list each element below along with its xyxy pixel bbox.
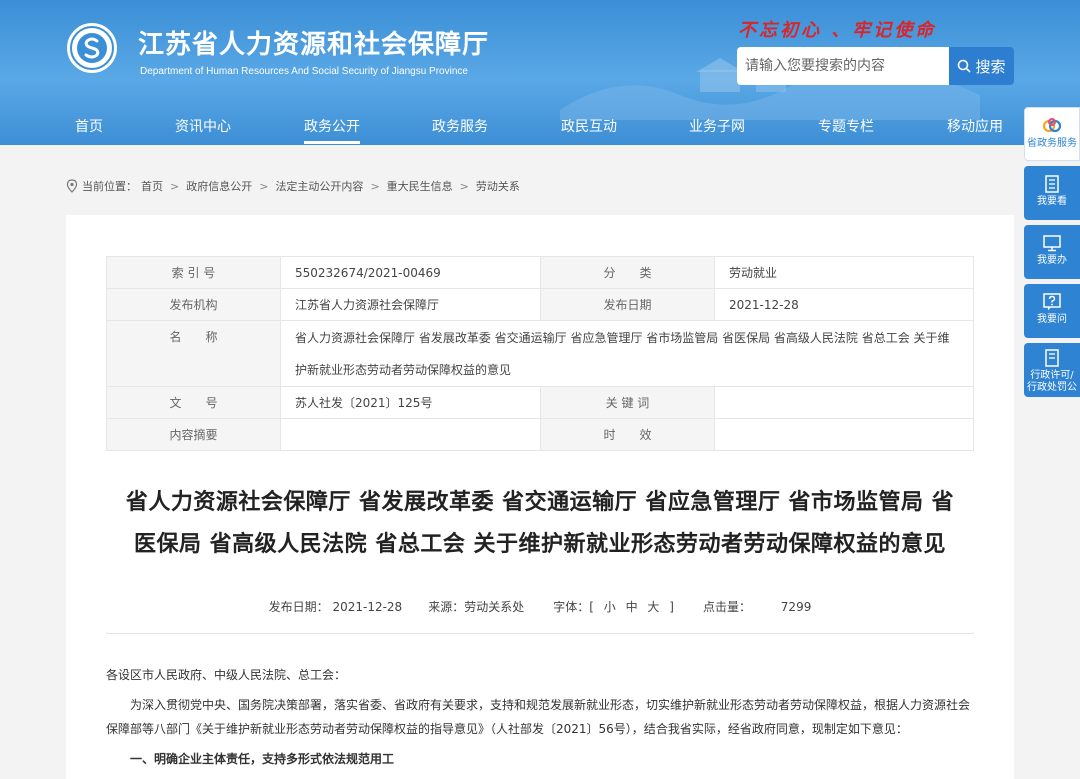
- search-icon: [958, 59, 972, 73]
- sidebar-view[interactable]: 我要看: [1024, 166, 1080, 220]
- sidebar-label: 省政务服务: [1027, 138, 1077, 149]
- breadcrumb-gov-info[interactable]: 政府信息公开: [186, 178, 252, 194]
- document-metadata-table: 索 引 号 550232674/2021-00469 分 类 劳动就业 发布机构…: [106, 256, 974, 451]
- site-title: 江苏省人力资源和社会保障厅: [138, 30, 490, 60]
- keywords-value: [714, 386, 974, 419]
- main-nav: 首页 资讯中心 政务公开 政务服务 政民互动 业务子网 专题专栏 移动应用: [0, 108, 1080, 145]
- nav-home[interactable]: 首页: [75, 116, 103, 136]
- document-info-bar: 发布日期： 2021-12-28 来源：劳动关系处 字体：[ 小 中 大 ] 点…: [106, 598, 974, 615]
- breadcrumb-separator: >: [370, 179, 380, 193]
- list-icon: [1045, 349, 1059, 367]
- breadcrumb-separator: >: [170, 179, 180, 193]
- category-value: 劳动就业: [714, 256, 974, 289]
- document-body: 各设区市人民政府、中级人民法院、总工会： 为深入贯彻党中央、国务院决策部署，落实…: [106, 663, 974, 777]
- search-button-label: 搜索: [975, 57, 1006, 76]
- content-panel: 索 引 号 550232674/2021-00469 分 类 劳动就业 发布机构…: [66, 215, 1014, 779]
- font-size-large-button[interactable]: 大: [647, 600, 659, 614]
- nav-special-topics[interactable]: 专题专栏: [818, 116, 874, 136]
- category-label: 分 类: [540, 256, 715, 289]
- sidebar-label: 行政许可/: [1030, 370, 1074, 381]
- nav-business-subnet[interactable]: 业务子网: [689, 116, 745, 136]
- site-logo[interactable]: [66, 22, 118, 74]
- index-label: 索 引 号: [106, 256, 281, 289]
- table-row: 发布机构 江苏省人力资源社会保障厅 发布日期 2021-12-28: [106, 288, 974, 321]
- breadcrumb-labor-relations[interactable]: 劳动关系: [476, 178, 520, 194]
- abstract-label: 内容摘要: [106, 418, 281, 451]
- search-box: 搜索: [737, 47, 1014, 85]
- nav-mobile-apps[interactable]: 移动应用: [947, 116, 1003, 136]
- nav-government-services[interactable]: 政务服务: [432, 116, 488, 136]
- divider: [106, 633, 974, 634]
- document-title: 省人力资源社会保障厅 省发展改革委 省交通运输厅 省应急管理厅 省市场监管局 省…: [106, 482, 974, 566]
- click-count: 点击量： 7299: [703, 598, 811, 615]
- abstract-value: [280, 418, 541, 451]
- click-count-value: 7299: [780, 600, 812, 614]
- logo-emblem-icon: [67, 23, 117, 73]
- sidebar-admin-licensing[interactable]: 行政许可/ 行政处罚公: [1024, 343, 1080, 397]
- sidebar-handle[interactable]: 我要办: [1024, 225, 1080, 279]
- index-value: 550232674/2021-00469: [280, 256, 541, 289]
- question-icon: [1043, 293, 1061, 311]
- breadcrumb-livelihood[interactable]: 重大民生信息: [387, 178, 453, 194]
- document-date: 发布日期： 2021-12-28: [268, 600, 403, 614]
- document-section-heading: 一、明确企业主体责任，支持多形式依法规范用工: [130, 752, 395, 766]
- breadcrumb: 当前位置： 首页 > 政府信息公开 > 法定主动公开内容 > 重大民生信息 > …: [66, 178, 520, 194]
- search-button[interactable]: 搜索: [949, 47, 1014, 85]
- validity-label: 时 效: [540, 418, 715, 451]
- sidebar-ask[interactable]: 我要问: [1024, 284, 1080, 338]
- nav-government-affairs[interactable]: 政务公开: [304, 116, 360, 144]
- font-size-small-button[interactable]: 小: [604, 600, 616, 614]
- monitor-icon: [1043, 235, 1061, 252]
- publisher-value: 江苏省人力资源社会保障厅: [280, 288, 541, 321]
- keywords-label: 关 键 词: [540, 386, 715, 419]
- breadcrumb-statutory[interactable]: 法定主动公开内容: [275, 178, 363, 194]
- name-value: 省人力资源社会保障厅 省发展改革委 省交通运输厅 省应急管理厅 省市场监管局 省…: [280, 320, 974, 387]
- nav-news-center[interactable]: 资讯中心: [175, 116, 231, 136]
- site-header: 江苏省人力资源和社会保障厅 Department of Human Resour…: [0, 0, 1080, 145]
- document-title-line: 省人力资源社会保障厅 省发展改革委 省交通运输厅 省应急管理厅 省市场监管局 省: [125, 490, 955, 515]
- sidebar-label: 行政处罚公: [1027, 382, 1077, 393]
- document-salutation: 各设区市人民政府、中级人民法院、总工会：: [106, 668, 347, 682]
- site-subtitle: Department of Human Resources And Social…: [140, 66, 468, 77]
- table-row: 内容摘要 时 效: [106, 418, 974, 451]
- table-row: 文 号 苏人社发〔2021〕125号 关 键 词: [106, 386, 974, 419]
- doc-number-label: 文 号: [106, 386, 281, 419]
- slogan: 不忘初心 、牢记使命: [738, 20, 937, 41]
- document-title-line: 医保局 省高级人民法院 省总工会 关于维护新就业形态劳动者劳动保障权益的意见: [134, 532, 946, 557]
- service-logo-icon: [1042, 118, 1062, 133]
- table-row: 名 称 省人力资源社会保障厅 省发展改革委 省交通运输厅 省应急管理厅 省市场监…: [106, 320, 974, 387]
- table-row: 索 引 号 550232674/2021-00469 分 类 劳动就业: [106, 256, 974, 289]
- nav-public-interaction[interactable]: 政民互动: [561, 116, 617, 136]
- search-input[interactable]: [737, 47, 949, 85]
- breadcrumb-home[interactable]: 首页: [141, 178, 163, 194]
- breadcrumb-separator: >: [459, 179, 469, 193]
- document-icon: [1045, 175, 1059, 193]
- click-count-label: 点击量：: [702, 600, 751, 614]
- sidebar-label: 我要问: [1037, 314, 1067, 325]
- publish-date-label: 发布日期: [540, 288, 715, 321]
- font-size-medium-button[interactable]: 中: [626, 600, 638, 614]
- publisher-label: 发布机构: [106, 288, 281, 321]
- validity-value: [714, 418, 974, 451]
- name-label: 名 称: [106, 320, 281, 387]
- location-pin-icon: [66, 179, 78, 193]
- sidebar-provincial-services[interactable]: 省政务服务: [1024, 107, 1080, 161]
- breadcrumb-prefix: 当前位置：: [82, 180, 137, 193]
- sidebar-label: 我要看: [1037, 196, 1067, 207]
- font-size-end: ]: [669, 600, 674, 614]
- publish-date-value: 2021-12-28: [714, 288, 974, 321]
- sidebar-label: 我要办: [1037, 255, 1067, 266]
- doc-number-value: 苏人社发〔2021〕125号: [280, 386, 541, 419]
- font-size-switcher: 字体：[ 小 中 大 ]: [550, 598, 677, 615]
- document-paragraph: 为深入贯彻党中央、国务院决策部署，落实省委、省政府有关要求，支持和规范发展新就业…: [106, 698, 971, 736]
- breadcrumb-separator: >: [259, 179, 269, 193]
- document-source: 来源：劳动关系处: [428, 600, 525, 614]
- font-size-label: 字体：[: [553, 600, 594, 614]
